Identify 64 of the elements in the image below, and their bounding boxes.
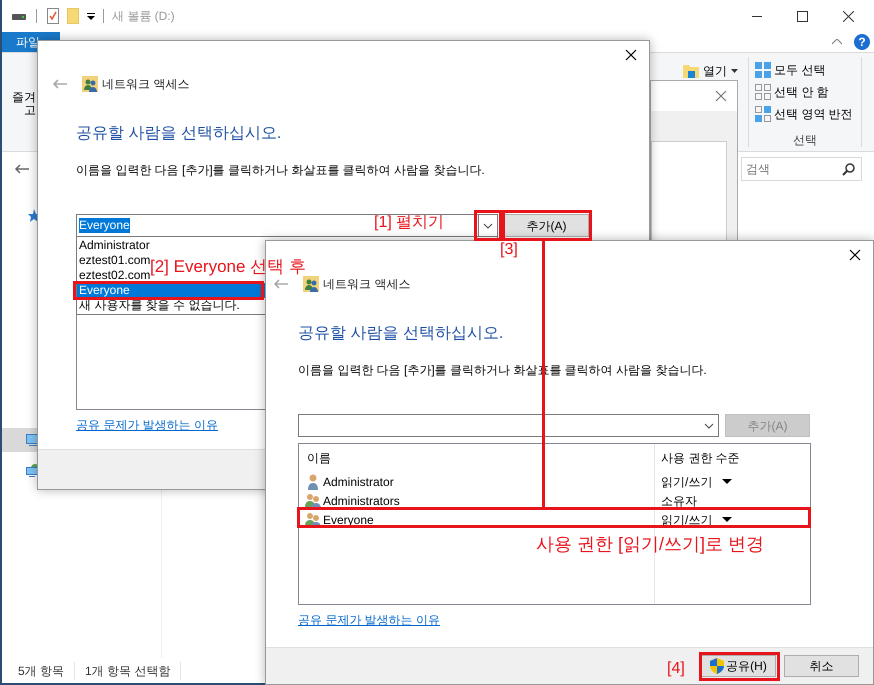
close-icon[interactable] <box>849 249 861 261</box>
status-text: 1개 항목 선택함 <box>75 662 182 680</box>
drive-icon[interactable] <box>12 11 26 21</box>
users-icon <box>305 512 321 528</box>
shield-icon <box>710 658 724 674</box>
ribbon-menu-item[interactable]: 선택 영역 반전 <box>755 103 855 125</box>
search-icon[interactable] <box>842 162 855 176</box>
ribbon-button-label[interactable]: 즐겨 <box>2 91 36 104</box>
chevron-icon <box>483 222 493 228</box>
table-cell: Administrators <box>299 491 654 510</box>
help-link[interactable]: 공유 문제가 발생하는 이유 <box>76 418 218 432</box>
annotation-label: [2] Everyone 선택 후 <box>150 257 306 277</box>
back-arrow-icon[interactable] <box>14 163 30 175</box>
annotation-label: [4] <box>667 659 685 679</box>
column-header[interactable]: 사용 권한 수준 <box>654 444 810 472</box>
table-cell: Administrator <box>299 472 654 491</box>
people-icon <box>82 76 98 92</box>
folder-icon <box>683 63 699 79</box>
instruction-text: 이름을 입력한 다음 [추가]를 클릭하거나 화살표를 클릭하여 사람을 찾습니다. <box>76 163 485 177</box>
dropdown-arrow-icon[interactable] <box>722 479 732 484</box>
dialog-button[interactable]: 공유(H) <box>701 655 776 677</box>
dropdown-arrow-icon[interactable] <box>87 12 95 20</box>
ribbon-button-label[interactable]: 고 <box>24 104 36 117</box>
nav-item[interactable] <box>2 428 39 452</box>
dialog-heading: 공유할 사람을 선택하십시오. <box>298 325 504 343</box>
dialog-title: 네트워크 액세스 <box>102 76 190 93</box>
checklist-icon[interactable] <box>47 8 59 24</box>
chevron-up-icon[interactable] <box>832 39 842 45</box>
dropdown-button[interactable] <box>478 214 498 237</box>
dialog-heading: 공유할 사람을 선택하십시오. <box>76 125 282 143</box>
table-cell-text: 소유자 <box>661 492 697 510</box>
open-button[interactable]: 열기 <box>681 61 740 81</box>
help-button[interactable]: ? <box>854 34 870 50</box>
close-icon[interactable] <box>625 49 637 61</box>
annotation-label: 사용 권한 [읽기/쓰기]로 변경 <box>536 534 764 554</box>
dropdown-item[interactable]: Administrator <box>77 238 152 253</box>
search-field[interactable]: 검색 <box>741 157 862 181</box>
table-cell-text: 읽기/쓰기 <box>661 512 712 528</box>
dropdown-arrow-icon[interactable] <box>722 517 732 522</box>
annotation-label: [3] <box>500 240 518 260</box>
help-link[interactable]: 공유 문제가 발생하는 이유 <box>298 613 440 627</box>
status-text: 5개 항목 <box>2 662 76 680</box>
maximize-icon[interactable] <box>797 10 808 22</box>
add-button[interactable]: 추가(A) <box>504 214 589 237</box>
window-title: 새 볼륨 (D:) <box>112 8 175 25</box>
user-icon <box>305 474 321 490</box>
dropdown-item[interactable]: eztest01.com <box>77 253 152 268</box>
annotation-label: [1] 펼치기 <box>374 213 444 233</box>
dropdown-item[interactable]: eztest02.com <box>77 268 152 283</box>
ribbon-menu-item[interactable]: 선택 안 함 <box>755 81 855 103</box>
users-icon <box>305 492 321 508</box>
ribbon-menu-item[interactable]: 모두 선택 <box>755 59 855 81</box>
table-cell-text: 읽기/쓰기 <box>661 474 712 490</box>
dialog-button[interactable]: 취소 <box>784 655 859 677</box>
grid-icon <box>755 84 771 100</box>
dialog-title: 네트워크 액세스 <box>323 276 410 293</box>
column-header[interactable]: 이름 <box>299 444 654 472</box>
no-results-text: 새 사용자를 찾을 수 없습니다. <box>78 298 240 313</box>
group-label: 선택 <box>792 132 818 149</box>
people-icon <box>303 276 319 292</box>
grid-icon <box>755 106 771 122</box>
caret-icon <box>731 69 738 73</box>
grid-icon <box>755 62 771 78</box>
close-icon[interactable] <box>843 10 854 22</box>
